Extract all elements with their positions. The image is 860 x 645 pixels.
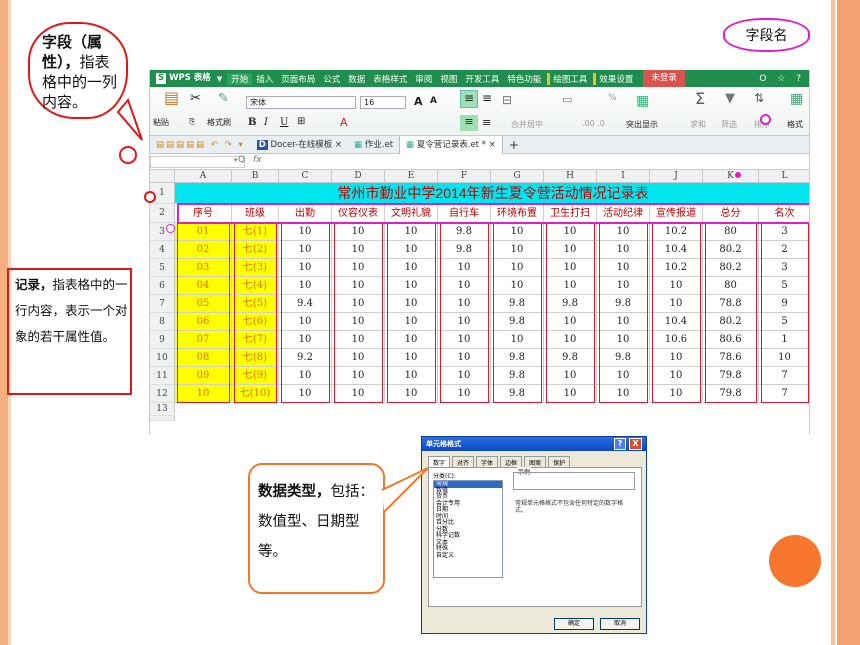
slide: S WPS 表格 ▼ 开始 插入 页面布局 公式 数据 表格样式 审阅 视图 开… [0, 0, 860, 645]
callout-pointers [116, 98, 429, 513]
field-callout-tail [116, 98, 143, 141]
annotation-circle [144, 191, 156, 203]
annotation-dot [735, 172, 741, 178]
decorative-orange-dot [769, 535, 821, 587]
data-type-callout-tail [381, 467, 429, 513]
annotation-circle [760, 114, 771, 125]
annotation-circle [119, 146, 137, 164]
annotation-circle [166, 224, 175, 233]
